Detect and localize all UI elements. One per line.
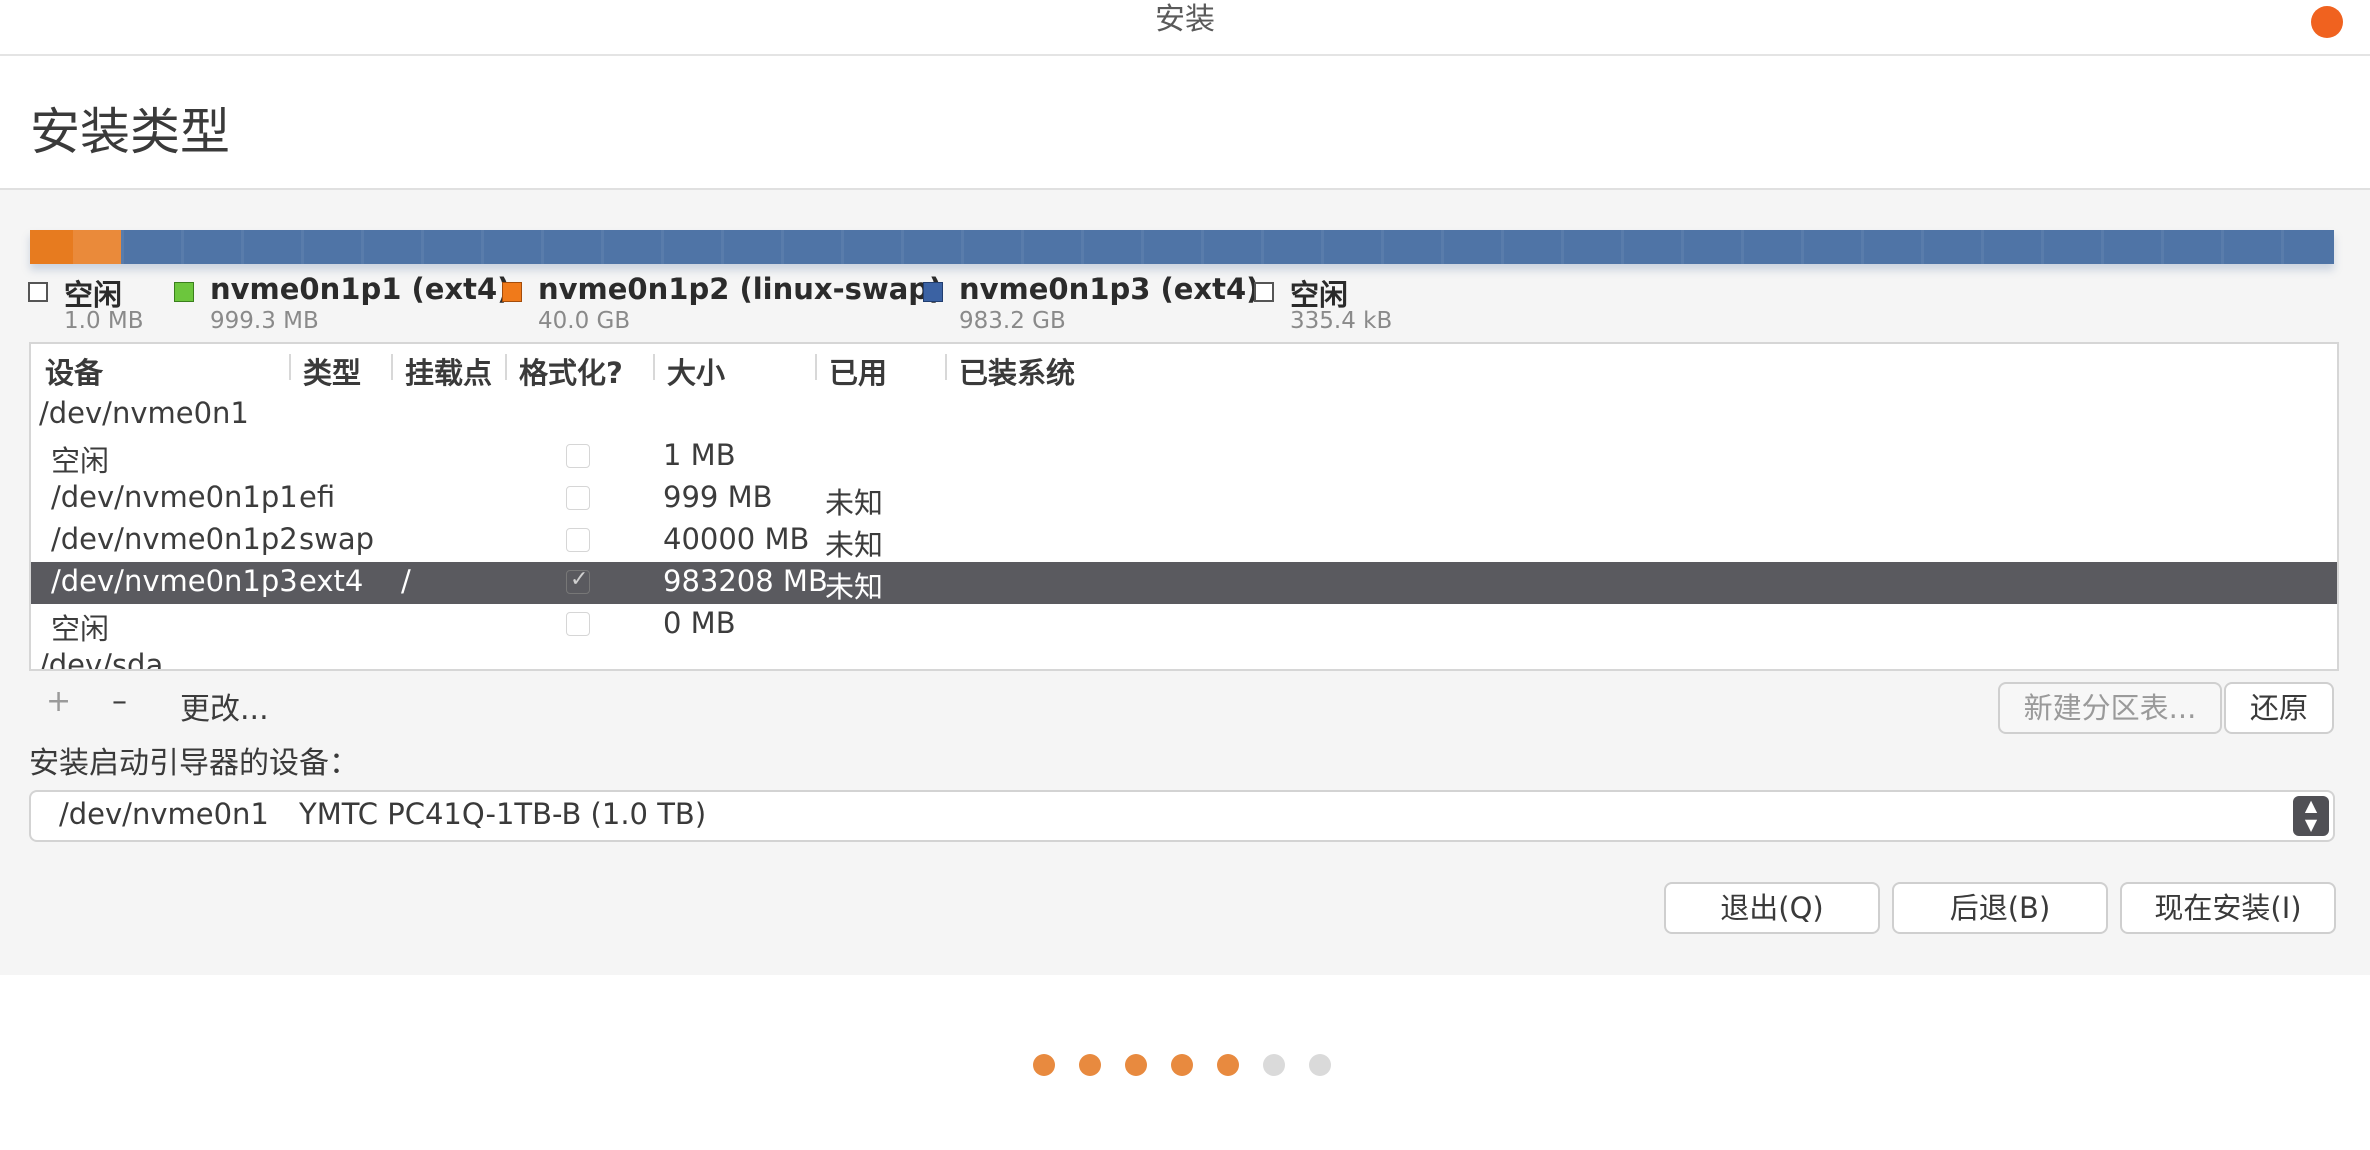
format-checkbox-checked[interactable]: ✓ [566,567,590,594]
cell-device: /dev/nvme0n1p1 [51,480,298,514]
new-partition-table-button[interactable]: 新建分区表... [1998,682,2222,734]
legend-name: nvme0n1p3 (ext4) [959,272,1260,306]
arrow-up-icon: ▲ [2304,796,2318,815]
cell-device: 空闲 [51,612,110,646]
legend-size: 335.4 kB [1290,308,1393,334]
window-titlebar: 安装 [0,0,2370,56]
window-title: 安装 [1155,2,1215,37]
back-button[interactable]: 后退(B) [1892,882,2108,934]
progress-dot-done [1171,1054,1193,1076]
check-icon: ✓ [570,567,589,592]
legend-swatch [1254,282,1274,302]
cell-used: 未知 [825,528,884,562]
column-header-mount[interactable]: 挂载点 [405,350,492,392]
table-row[interactable]: /dev/nvme0n1p2 swap 40000 MB 未知 [31,520,2337,562]
cell-size: 40000 MB [663,522,810,556]
cell-device: /dev/sda [39,648,164,671]
main-panel: 空闲 1.0 MB nvme0n1p1 (ext4) 999.3 MB nvme… [0,190,2370,975]
column-header-size[interactable]: 大小 [667,350,725,392]
cell-device: 空闲 [51,444,110,478]
format-checkbox[interactable] [566,528,590,552]
legend-name: nvme0n1p2 (linux-swap) [538,272,943,306]
column-separator [815,354,817,380]
disk-segment-efi [30,230,73,264]
cell-size: 0 MB [663,606,736,640]
legend-size: 999.3 MB [210,308,319,334]
legend-size: 40.0 GB [538,308,631,334]
cell-type: ext4 [299,564,364,598]
disk-usage-bar [30,230,2334,264]
cell-type: swap [299,522,375,556]
quit-button[interactable]: 退出(Q) [1664,882,1880,934]
cell-size: 1 MB [663,438,736,472]
column-separator [653,354,655,380]
page-title: 安装类型 [30,103,230,161]
column-separator [391,354,393,380]
bootloader-device-model: YMTC PC41Q-1TB-B (1.0 TB) [299,797,707,831]
column-separator [289,354,291,380]
install-now-button[interactable]: 现在安装(I) [2120,882,2336,934]
legend-name: nvme0n1p1 (ext4) [210,272,511,306]
progress-dot-done [1033,1054,1055,1076]
cell-used: 未知 [825,486,884,520]
remove-partition-button[interactable]: – [112,684,127,719]
partition-table[interactable]: 设备 类型 挂载点 格式化? 大小 已用 已装系统 /dev/nvme0n1 空… [29,342,2339,671]
cell-mount: / [401,564,411,598]
column-separator [505,354,507,380]
progress-dot-pending [1309,1054,1331,1076]
format-checkbox[interactable] [566,444,590,468]
legend-size: 983.2 GB [959,308,1066,334]
legend-swatch [28,282,48,302]
legend-swatch [923,282,943,302]
legend-swatch [174,282,194,302]
disk-segment-root [121,230,2334,264]
cell-device: /dev/nvme0n1p2 [51,522,298,556]
legend-size: 1.0 MB [64,308,144,334]
cell-device: /dev/nvme0n1 [39,396,249,430]
table-row[interactable]: /dev/sda [31,646,2337,671]
change-partition-button[interactable]: 更改... [180,684,269,728]
table-row[interactable]: 空闲 0 MB [31,604,2337,646]
cell-used: 未知 [825,570,884,604]
table-row-selected[interactable]: /dev/nvme0n1p3 ext4 / ✓ 983208 MB 未知 [31,562,2337,604]
legend-swatch [502,282,522,302]
progress-dot-pending [1263,1054,1285,1076]
bootloader-device-path: /dev/nvme0n1 [59,797,269,831]
table-row[interactable]: 空闲 1 MB [31,436,2337,478]
format-checkbox[interactable] [566,612,590,636]
cell-device: /dev/nvme0n1p3 [51,564,298,598]
add-partition-button[interactable]: + [46,684,71,719]
column-header-type[interactable]: 类型 [303,350,361,392]
step-progress [0,1054,2370,1078]
column-header-used[interactable]: 已用 [829,350,887,392]
column-separator [945,354,947,380]
table-row[interactable]: /dev/nvme0n1 [31,394,2337,436]
disk-segment-swap [73,230,121,264]
cell-size: 999 MB [663,480,773,514]
table-row[interactable]: /dev/nvme0n1p1 efi 999 MB 未知 [31,478,2337,520]
bootloader-label: 安装启动引导器的设备： [29,746,359,781]
column-header-device[interactable]: 设备 [45,350,103,392]
format-checkbox[interactable] [566,486,590,510]
revert-button[interactable]: 还原 [2224,682,2334,734]
close-icon[interactable] [2311,6,2343,38]
progress-dot-done [1125,1054,1147,1076]
cell-size: 983208 MB [663,564,828,598]
bootloader-device-select[interactable]: /dev/nvme0n1 YMTC PC41Q-1TB-B (1.0 TB) ▲… [29,790,2335,842]
column-header-system[interactable]: 已装系统 [959,350,1075,392]
column-header-format[interactable]: 格式化? [519,350,623,392]
cell-type: efi [299,480,336,514]
arrow-down-icon: ▼ [2304,815,2318,834]
progress-dot-done [1217,1054,1239,1076]
chevron-updown-icon[interactable]: ▲ ▼ [2293,796,2329,836]
page-header: 安装类型 [0,56,2370,190]
progress-dot-done [1079,1054,1101,1076]
